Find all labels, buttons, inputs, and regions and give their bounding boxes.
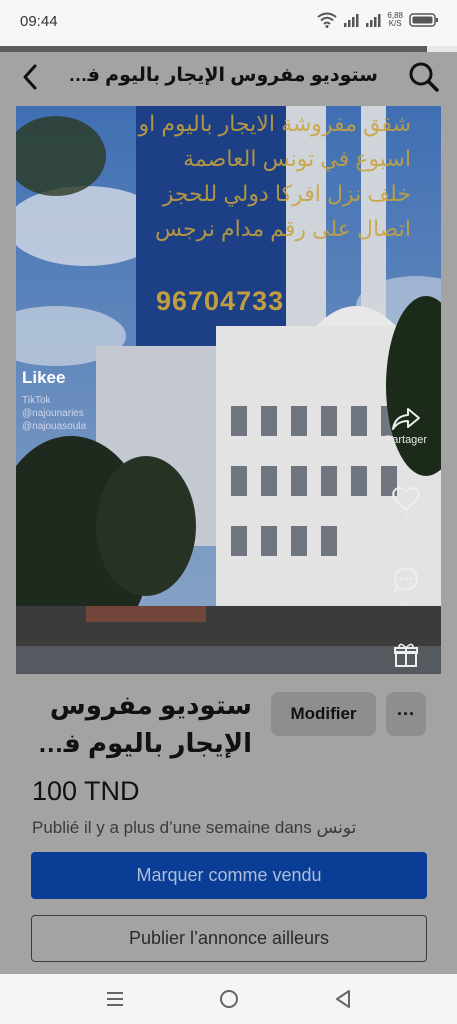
watermark-line: @najounaries: [22, 408, 84, 419]
overlay-line: اتصال على رقم مدام نرجس: [155, 216, 411, 241]
signal-icon: [344, 14, 359, 27]
search-icon[interactable]: [407, 60, 441, 94]
comment-icon[interactable]: [392, 566, 420, 594]
back-nav-icon[interactable]: [330, 986, 356, 1012]
mark-as-sold-button[interactable]: Marquer comme vendu: [31, 852, 427, 899]
overlay-line: خلف نزل افركا دولي للحجز: [162, 181, 411, 206]
like-action[interactable]: 2: [381, 486, 431, 526]
heart-icon[interactable]: [392, 486, 420, 512]
publish-elsewhere-button[interactable]: Publier l’annonce ailleurs: [31, 915, 427, 962]
network-speed-unit: K/S: [388, 19, 402, 28]
network-speed: 6,88 K/S: [387, 12, 403, 28]
overlay-phone: 96704733: [156, 286, 285, 316]
listing-photo[interactable]: شقق مفروشة الايجار باليوم او اسبوع في تو…: [16, 106, 441, 674]
watermark-line: @najouasoula: [22, 421, 87, 432]
signal-icon: [366, 14, 381, 27]
share-action[interactable]: Partager: [381, 406, 431, 446]
like-count: 2: [402, 514, 410, 526]
comment-count: 0: [402, 596, 410, 608]
more-options-button[interactable]: ···: [386, 692, 426, 736]
overlay-line: شقق مفروشة الايجار باليوم او: [138, 111, 411, 136]
system-nav-bar: [0, 974, 457, 1024]
modify-button[interactable]: Modifier: [271, 692, 376, 736]
watermark-line: TikTok: [22, 395, 51, 406]
app-header: ستوديو مفروس الإيجار باليوم في تونس: [0, 52, 457, 106]
watermark-sub: TikTok @najounaries @najouasoula: [22, 394, 86, 433]
overlay-line: اسبوع في تونس العاصمة: [183, 146, 411, 171]
listing-title: ستوديو مفروس الإيجار باليوم في تونس: [37, 690, 252, 758]
comment-action[interactable]: 0: [381, 566, 431, 608]
page-title: ستوديو مفروس الإيجار باليوم في تونس: [58, 65, 378, 86]
home-icon[interactable]: [216, 986, 242, 1012]
share-icon[interactable]: [391, 406, 421, 432]
chevron-left-icon[interactable]: [16, 62, 46, 92]
status-icons: 6,88 K/S: [317, 12, 439, 28]
menu-icon[interactable]: [102, 986, 128, 1012]
watermark-logo: Likee: [22, 368, 66, 387]
gift-action[interactable]: [381, 642, 431, 668]
published-info: Publié il y a plus d’une semaine dans تو…: [32, 818, 357, 837]
overlay-caption: شقق مفروشة الايجار باليوم او اسبوع في تو…: [16, 106, 411, 246]
wifi-icon: [317, 12, 338, 28]
status-time: 09:44: [20, 13, 58, 30]
listing-price: 100 TND: [32, 776, 140, 806]
battery-icon: [409, 13, 438, 27]
gift-icon[interactable]: [393, 642, 419, 668]
share-label: Partager: [384, 434, 428, 446]
status-bar: 09:44 6,88 K/S: [0, 0, 457, 46]
